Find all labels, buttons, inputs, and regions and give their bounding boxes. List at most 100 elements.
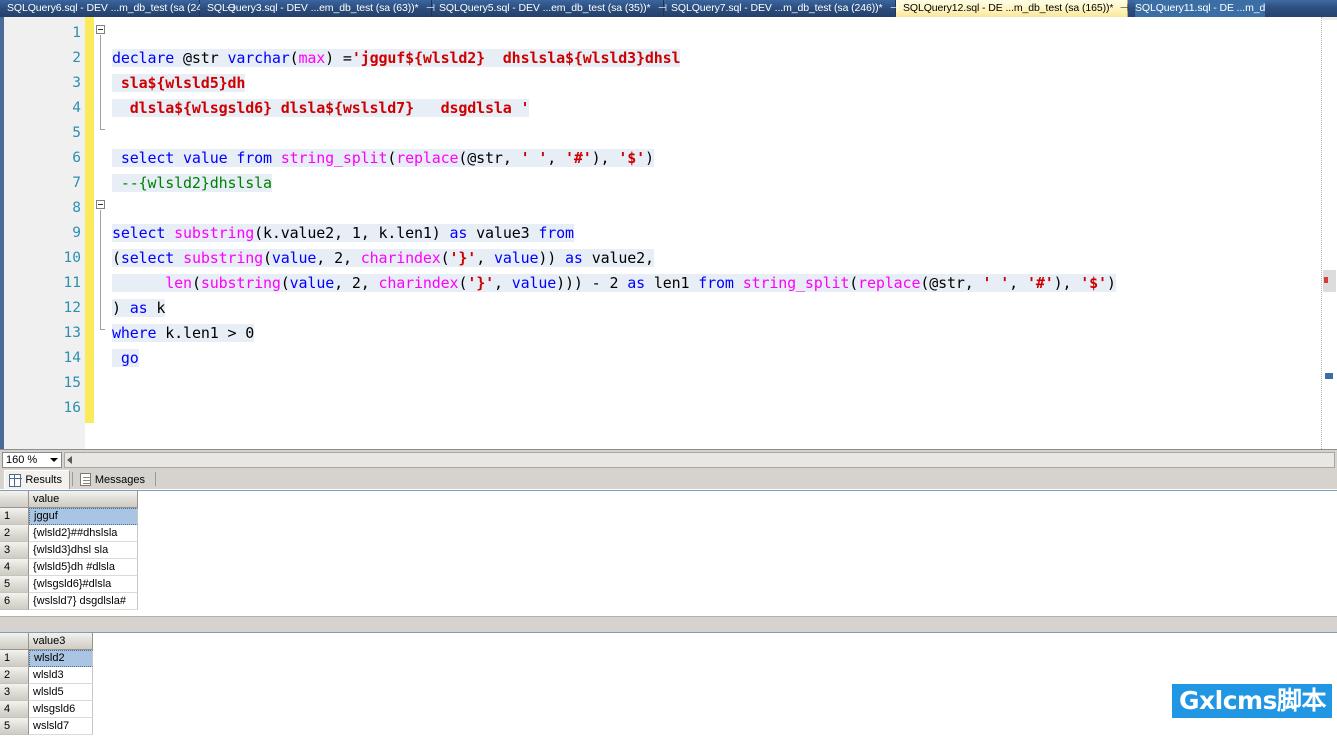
row-number[interactable]: 2: [0, 525, 29, 542]
row-number[interactable]: 4: [0, 701, 29, 718]
row-number[interactable]: 5: [0, 576, 29, 593]
table-row[interactable]: 6 {wslsld7} dsgdlsla#: [0, 593, 1337, 610]
code-text[interactable]: (select substring(value, 2, charindex('}…: [112, 246, 654, 271]
grid-corner-cell[interactable]: [0, 633, 29, 650]
code-line[interactable]: 12) as k: [0, 296, 1337, 321]
editor-horizontal-scrollbar[interactable]: [64, 452, 1335, 468]
code-lines[interactable]: 1 2 declare @str varchar(max) ='jgguf${wls…: [0, 17, 1337, 449]
code-line[interactable]: 14 go: [0, 346, 1337, 371]
token-plain: (: [920, 274, 930, 292]
code-text[interactable]: len(substring(value, 2, charindex('}', v…: [112, 271, 1116, 296]
column-header-value3[interactable]: value3: [29, 633, 93, 650]
results-grid-1[interactable]: value 1 jgguf 2 {wlsld2}##dhslsla 3 {wlsld3}dh…: [0, 490, 1337, 616]
code-line[interactable]: 5: [0, 121, 1337, 146]
pin-icon[interactable]: ⊣: [1120, 0, 1130, 17]
table-row[interactable]: 1 jgguf: [0, 508, 1337, 525]
token-str: '$': [618, 149, 645, 167]
code-line[interactable]: 2 declare @str varchar(max) ='jgguf${wlsl…: [0, 46, 1337, 71]
code-line[interactable]: 7 --{wlsld2}dhslsla: [0, 171, 1337, 196]
table-row[interactable]: 2 {wlsld2}##dhslsla: [0, 525, 1337, 542]
row-number[interactable]: 6: [0, 593, 29, 610]
chevron-down-icon[interactable]: [50, 458, 58, 462]
grid-cell[interactable]: {wlsld5}dh #dlsla: [29, 559, 138, 576]
table-row[interactable]: 3 {wlsld3}dhsl sla: [0, 542, 1337, 559]
code-text[interactable]: ) as k: [112, 296, 165, 321]
pin-icon[interactable]: ⊣: [425, 0, 435, 17]
scroll-left-icon[interactable]: [67, 456, 72, 464]
code-line[interactable]: 9 select substring(k.value2, 1, k.len1) a…: [0, 221, 1337, 246]
editor-tab-3[interactable]: SQLQuery5.sql - DEV ...em_db_test (sa (3…: [432, 0, 667, 17]
token-cmt: --{wlsld2}dhslsla: [112, 174, 272, 192]
token-fn: charindex: [378, 274, 459, 292]
editor-tab-1[interactable]: SQLQuery6.sql - DEV ...m_db_test (sa (24…: [0, 0, 235, 17]
token-kw: as: [627, 274, 654, 292]
code-line[interactable]: 1: [0, 21, 1337, 46]
code-text[interactable]: declare @str varchar(max) ='jgguf${wlsld…: [112, 46, 681, 71]
row-number[interactable]: 1: [0, 508, 29, 525]
row-number[interactable]: 4: [0, 559, 29, 576]
row-number[interactable]: 2: [0, 667, 29, 684]
code-text[interactable]: where k.len1 > 0: [112, 321, 254, 346]
token-plain: ,: [476, 249, 494, 267]
code-line[interactable]: 4 dlsla${wlsgsld6} dlsla${wslsld7} dsgdl…: [0, 96, 1337, 121]
code-line[interactable]: 15: [0, 371, 1337, 396]
editor-tab-6[interactable]: SQLQuery11.sql - DE ...m_d: [1128, 0, 1265, 17]
grid-cell[interactable]: {wlsld3}dhsl sla: [29, 542, 138, 559]
row-number[interactable]: 1: [0, 650, 29, 667]
pin-icon[interactable]: ⊣: [225, 0, 235, 17]
pin-icon[interactable]: ⊣: [889, 0, 899, 17]
column-header-value[interactable]: value: [29, 491, 138, 508]
code-line[interactable]: 6 select value from string_split(replace…: [0, 146, 1337, 171]
results-tab-strip[interactable]: Results Messages: [0, 469, 1337, 489]
row-number[interactable]: 3: [0, 542, 29, 559]
table-row[interactable]: 5 wslsld7: [0, 718, 1337, 735]
editor-tab-4[interactable]: SQLQuery7.sql - DEV ...m_db_test (sa (24…: [664, 0, 899, 17]
code-text[interactable]: dlsla${wlsgsld6} dlsla${wslsld7} dsgdlsl…: [112, 96, 530, 121]
editor-tab-bar[interactable]: SQLQuery6.sql - DEV ...m_db_test (sa (24…: [0, 0, 1337, 17]
row-number[interactable]: 3: [0, 684, 29, 701]
code-text[interactable]: sla${wlsld5}dh: [112, 71, 245, 96]
pin-icon[interactable]: ⊣: [657, 0, 667, 17]
token-plain: ))) -: [556, 274, 610, 292]
grid-corner-cell[interactable]: [0, 491, 29, 508]
code-line[interactable]: 10 (select substring(value, 2, charindex(…: [0, 246, 1337, 271]
grid-cell[interactable]: jgguf: [29, 508, 138, 525]
code-line[interactable]: 8: [0, 196, 1337, 221]
grid-cell[interactable]: {wlsgsld6}#dlsla: [29, 576, 138, 593]
code-line[interactable]: 13 where k.len1 > 0: [0, 321, 1337, 346]
code-line[interactable]: 3 sla${wlsld5}dh: [0, 71, 1337, 96]
results-grid-2[interactable]: value3 1 wlsld2 2 wlsld3 3 wlsld5 4 wlsgsld6 5 wsl…: [0, 632, 1337, 741]
scrollbar-caret-marker: [1325, 373, 1333, 379]
code-text[interactable]: select substring(k.value2, 1, k.len1) as…: [112, 221, 574, 246]
code-text[interactable]: --{wlsld2}dhslsla: [112, 171, 272, 196]
grid-cell[interactable]: wlsld2: [29, 650, 93, 667]
code-text[interactable]: go: [112, 346, 139, 371]
table-row[interactable]: 4 wlsgsld6: [0, 701, 1337, 718]
tab-results[interactable]: Results: [4, 470, 70, 489]
code-line[interactable]: 16: [0, 396, 1337, 421]
grid-cell[interactable]: {wslsld7} dsgdlsla#: [29, 593, 138, 610]
table-row[interactable]: 1 wlsld2: [0, 650, 1337, 667]
grid-cell[interactable]: wlsld5: [29, 684, 93, 701]
zoom-level-dropdown[interactable]: 160 %: [2, 452, 62, 468]
grid-cell[interactable]: wlsgsld6: [29, 701, 93, 718]
table-row[interactable]: 5 {wlsgsld6}#dlsla: [0, 576, 1337, 593]
sql-editor[interactable]: 1 2 declare @str varchar(max) ='jgguf${wls…: [0, 17, 1337, 449]
code-line[interactable]: 11 len(substring(value, 2, charindex('}'…: [0, 271, 1337, 296]
table-row[interactable]: 3 wlsld5: [0, 684, 1337, 701]
token-num: 2: [351, 274, 361, 292]
token-plain: value2,: [591, 249, 654, 267]
editor-tab-5[interactable]: SQLQuery12.sql - DE ...m_db_test (sa (16…: [896, 0, 1144, 17]
table-row[interactable]: 2 wlsld3: [0, 667, 1337, 684]
grid-splitter[interactable]: [0, 616, 1337, 632]
code-text[interactable]: select value from string_split(replace(@…: [112, 146, 654, 171]
grid-cell[interactable]: wlsld3: [29, 667, 93, 684]
grid-cell[interactable]: {wlsld2}##dhslsla: [29, 525, 138, 542]
editor-vertical-scrollbar[interactable]: [1321, 17, 1337, 449]
table-row[interactable]: 4 {wlsld5}dh #dlsla: [0, 559, 1337, 576]
grid-cell[interactable]: wslsld7: [29, 718, 93, 735]
tab-messages[interactable]: Messages: [76, 470, 152, 489]
grid-divider: [0, 616, 1337, 617]
row-number[interactable]: 5: [0, 718, 29, 735]
